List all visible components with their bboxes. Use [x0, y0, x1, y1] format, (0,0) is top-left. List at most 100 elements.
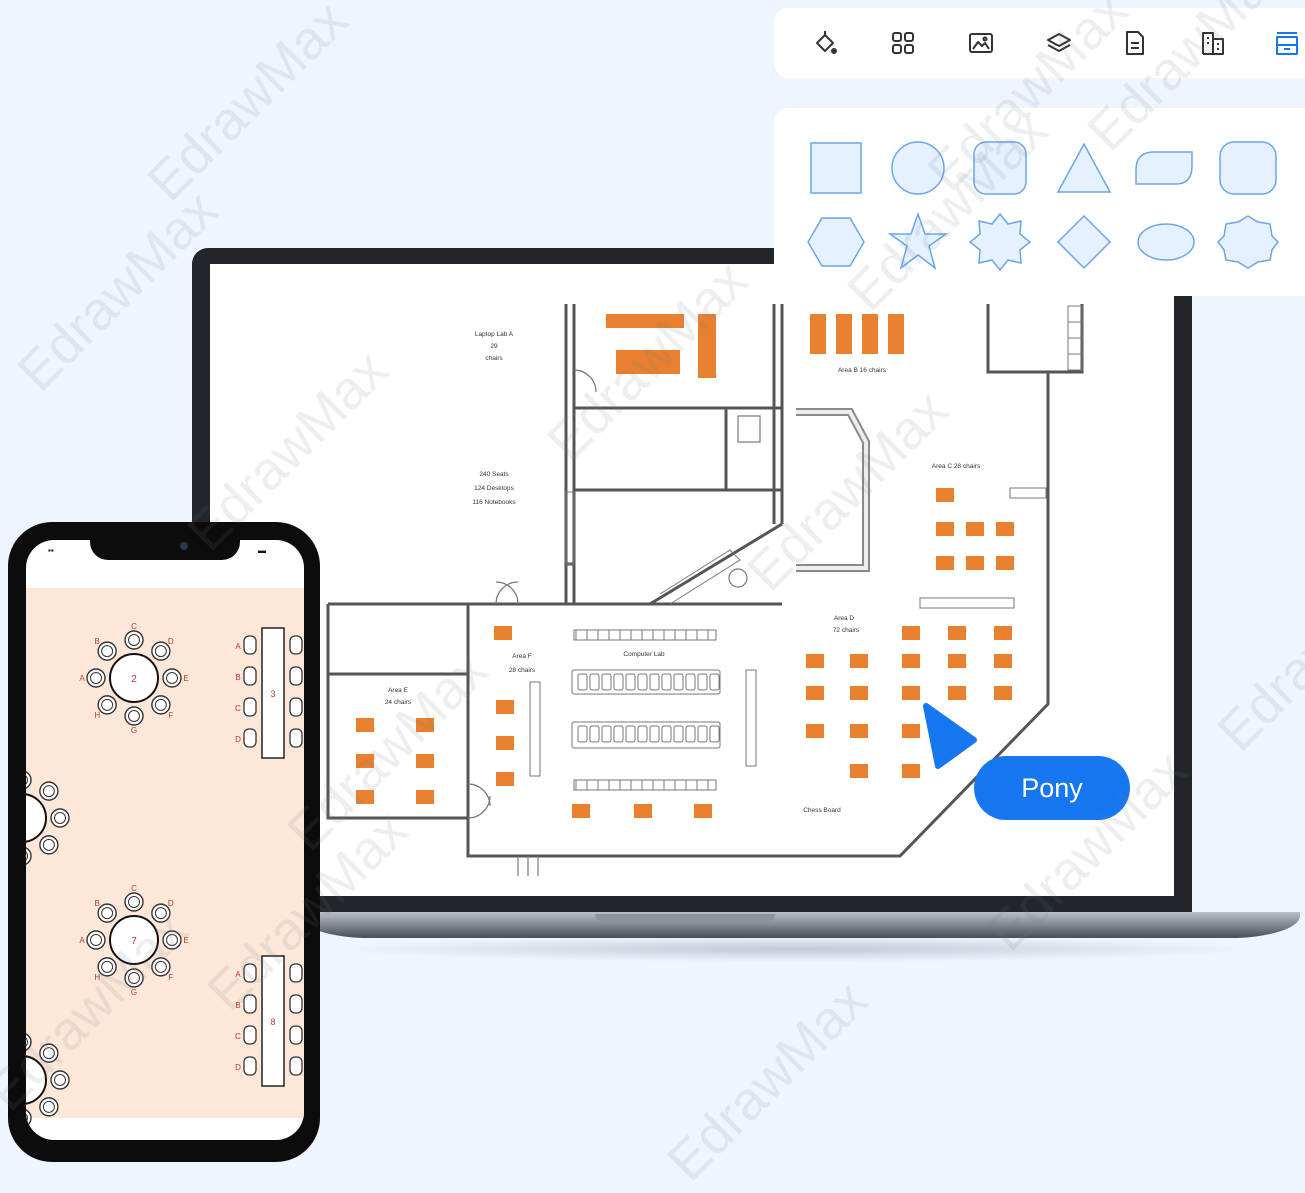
lab-chair — [577, 673, 588, 691]
watermark-text: EdrawMax — [136, 0, 359, 213]
layers-icon[interactable] — [1042, 26, 1076, 60]
octagram-shape[interactable] — [964, 210, 1036, 274]
chair — [86, 668, 106, 688]
lab-chair — [589, 673, 600, 691]
hexagon-shape[interactable] — [800, 210, 872, 274]
badge-shape[interactable] — [1212, 210, 1284, 274]
seat-letter: G — [131, 726, 137, 735]
furniture-piece — [936, 522, 954, 536]
chair — [151, 695, 171, 715]
seat-letter: A — [235, 642, 241, 651]
furniture-piece — [416, 718, 434, 732]
seat-letter: E — [183, 674, 188, 683]
label-area-d-count: 72 chairs — [833, 627, 860, 634]
furniture-piece — [616, 350, 680, 374]
label-seats: 240 Seats — [479, 471, 509, 478]
seating-plan[interactable]: C D E F G H A B 2 A B C D 3 C D E F G H A B 7 A B C D 8 — [26, 540, 304, 1140]
furniture-piece — [494, 626, 512, 640]
lab-chair — [697, 673, 708, 691]
lab-chair — [685, 725, 696, 743]
seat-letter: C — [235, 1032, 241, 1041]
furniture-piece — [902, 654, 920, 668]
furniture-piece — [806, 654, 824, 668]
furniture-piece — [902, 626, 920, 640]
door — [573, 369, 597, 393]
camera-icon — [180, 542, 188, 550]
archive-icon[interactable] — [1270, 26, 1304, 60]
chair — [289, 1025, 303, 1045]
door — [517, 856, 539, 876]
lab-chair — [613, 673, 624, 691]
furniture-piece — [356, 754, 374, 768]
lab-chair — [625, 673, 636, 691]
lab-chair — [613, 725, 624, 743]
bench — [745, 669, 757, 767]
chair — [50, 808, 70, 828]
triangle-shape[interactable] — [1048, 136, 1120, 200]
door — [467, 795, 491, 819]
collaborator-label: Pony — [974, 756, 1130, 820]
rounded-rectangle-shape[interactable] — [1212, 136, 1284, 200]
lab-chair — [649, 725, 660, 743]
grid-icon[interactable] — [886, 26, 920, 60]
furniture-piece — [810, 314, 826, 354]
table-number: 8 — [270, 1017, 275, 1027]
chair — [124, 968, 144, 988]
data-shape[interactable] — [1130, 136, 1202, 200]
chair — [243, 994, 257, 1014]
furniture-piece — [862, 314, 878, 354]
lab-chair — [589, 725, 600, 743]
lab-chair — [637, 673, 648, 691]
chair — [86, 930, 106, 950]
circle-shape[interactable] — [882, 136, 954, 200]
stool — [728, 568, 748, 588]
table-number: 2 — [131, 674, 137, 685]
furniture-piece — [606, 314, 684, 328]
bench — [573, 629, 717, 641]
seat-letter: E — [183, 936, 188, 945]
building-icon[interactable] — [1196, 26, 1230, 60]
watermark-text: EdrawMax — [656, 969, 879, 1193]
chair — [97, 903, 117, 923]
furniture-piece — [902, 686, 920, 700]
star-shape[interactable] — [882, 210, 954, 274]
furniture-piece — [572, 804, 590, 818]
rounded-square-shape[interactable] — [964, 136, 1036, 200]
desk — [796, 408, 870, 572]
label-area-c: Area C 28 chairs — [932, 463, 981, 470]
seat-letter: C — [235, 704, 241, 713]
bench — [1009, 487, 1047, 499]
shapes-panel — [774, 108, 1305, 296]
chair — [243, 963, 257, 983]
image-icon[interactable] — [964, 26, 998, 60]
lab-chair — [709, 673, 720, 691]
chair — [243, 728, 257, 748]
lab-chair — [625, 725, 636, 743]
lab-chair — [649, 673, 660, 691]
seat-letter: H — [94, 973, 100, 982]
furniture-piece — [966, 556, 984, 570]
fill-bucket-icon[interactable] — [808, 26, 842, 60]
chair — [39, 1043, 59, 1063]
door — [467, 783, 491, 807]
furniture-piece — [996, 556, 1014, 570]
furniture-piece — [948, 654, 966, 668]
ellipse-shape[interactable] — [1130, 210, 1202, 274]
chair — [289, 697, 303, 717]
furniture-piece — [496, 772, 514, 786]
chair — [243, 697, 257, 717]
seat-letter: A — [235, 970, 241, 979]
furniture-piece — [994, 654, 1012, 668]
wall — [466, 370, 1050, 858]
lab-chair — [697, 725, 708, 743]
chair — [97, 957, 117, 977]
diamond-shape[interactable] — [1048, 210, 1120, 274]
seat-letter: C — [131, 884, 137, 893]
document-icon[interactable] — [1118, 26, 1152, 60]
toilet — [737, 415, 761, 443]
square-shape[interactable] — [800, 136, 872, 200]
label-desktops: 124 Desktops — [474, 485, 514, 492]
lab-chair — [709, 725, 720, 743]
furniture-piece — [948, 626, 966, 640]
lab-chair — [577, 725, 588, 743]
